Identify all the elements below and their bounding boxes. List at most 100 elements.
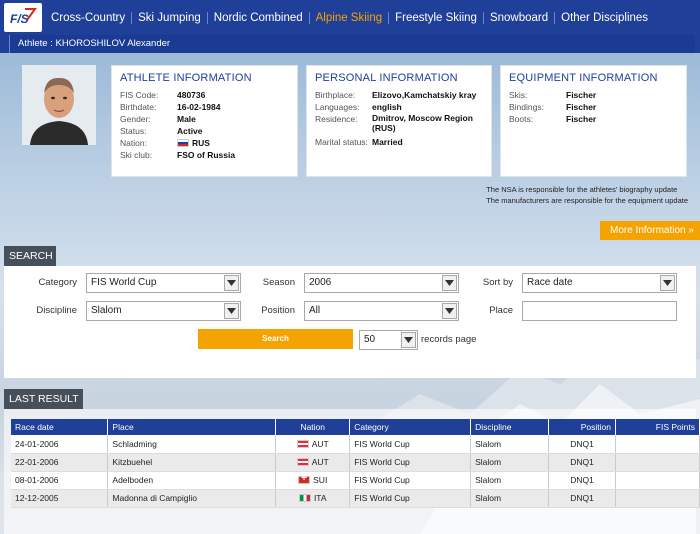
- athlete-tab: Athlete : KHOROSHILOV Alexander: [9, 35, 695, 53]
- column-header[interactable]: Nation: [275, 419, 351, 435]
- column-header[interactable]: FIS Points: [615, 419, 700, 435]
- equipment-information-title: EQUIPMENT INFORMATION: [509, 72, 658, 84]
- gender-value: Male: [177, 114, 196, 124]
- column-header[interactable]: Place: [107, 419, 277, 435]
- more-information-button[interactable]: More Information »: [600, 221, 700, 240]
- cell-place: Kitzbuehel: [107, 453, 277, 472]
- column-header[interactable]: Discipline: [470, 419, 550, 435]
- cell-nation: ITA: [275, 489, 351, 508]
- column-header[interactable]: Position: [548, 419, 616, 435]
- cell-points: [615, 453, 700, 472]
- cell-points: [615, 489, 700, 508]
- sport-nav: Cross-Country Ski Jumping Nordic Combined A…: [45, 0, 654, 35]
- position-value: All: [309, 305, 321, 316]
- russia-flag-icon: [177, 139, 189, 147]
- position-label: Position: [261, 305, 295, 316]
- place-input[interactable]: [522, 301, 677, 321]
- season-label: Season: [262, 277, 295, 288]
- discipline-select[interactable]: Slalom: [86, 301, 241, 321]
- cell-category: FIS World Cup: [349, 453, 472, 472]
- status-label: Status:: [120, 126, 147, 136]
- skis-label: Skis:: [509, 90, 528, 100]
- nav-item-nordic-combined[interactable]: Nordic Combined: [208, 12, 309, 24]
- search-panel: Category FIS World Cup Season 2006 Sort …: [4, 266, 696, 378]
- birthdate-value: 16-02-1984: [177, 102, 221, 112]
- sort-by-select[interactable]: Race date: [522, 273, 677, 293]
- fis-logo[interactable]: F/S: [4, 3, 42, 32]
- birthdate-label: Birthdate:: [120, 102, 157, 112]
- nav-item-other-disciplines[interactable]: Other Disciplines: [555, 12, 654, 24]
- category-value: FIS World Cup: [91, 277, 157, 288]
- search-button[interactable]: Search: [198, 329, 353, 349]
- place-label: Place: [489, 305, 513, 316]
- cell-position: DNQ1: [548, 453, 616, 472]
- nation-code: SUI: [313, 475, 328, 485]
- cell-nation: SUI: [275, 471, 351, 490]
- nav-item-freestyle-skiing[interactable]: Freestyle Skiing: [389, 12, 483, 24]
- nation-code: AUT: [311, 438, 329, 449]
- cell-category: FIS World Cup: [349, 435, 472, 454]
- athlete-information-box: ATHLETE INFORMATION FIS Code: 480736 Birt…: [111, 65, 298, 177]
- cell-position: DNQ1: [548, 471, 616, 490]
- nation-label: Nation:: [120, 138, 147, 148]
- column-header[interactable]: Category: [349, 419, 472, 435]
- marital-status-value: Married: [372, 137, 403, 147]
- table-row[interactable]: 24-01-2006 Schladming AUT FIS World Cup Slal…: [11, 435, 700, 454]
- residence-value: Dmitrov, Moscow Region (RUS): [372, 113, 473, 133]
- cell-date: 24-01-2006: [11, 435, 109, 454]
- gender-label: Gender:: [120, 114, 151, 124]
- bindings-value: Fischer: [566, 102, 597, 112]
- search-section-label: SEARCH: [4, 246, 56, 266]
- ski-club-label: Ski club:: [120, 150, 153, 160]
- cell-category: FIS World Cup: [349, 489, 472, 508]
- season-select[interactable]: 2006: [304, 273, 459, 293]
- fis-code-label: FIS Code:: [120, 90, 159, 100]
- personal-information-box: PERSONAL INFORMATION Birthplace: Elizovo,…: [306, 65, 492, 177]
- records-per-page-select[interactable]: 50: [359, 330, 418, 350]
- cell-discipline: Slalom: [470, 471, 550, 490]
- category-label: Category: [38, 277, 77, 288]
- athlete-panel: ATHLETE INFORMATION FIS Code: 480736 Birt…: [9, 53, 695, 233]
- nav-item-snowboard[interactable]: Snowboard: [484, 12, 554, 24]
- nsa-note: The NSA is responsible for the athletes'…: [486, 185, 678, 194]
- column-header[interactable]: Race date: [11, 419, 109, 435]
- records-per-page-value: 50: [364, 334, 376, 345]
- season-value: 2006: [309, 277, 332, 288]
- chevron-down-icon: [401, 332, 416, 348]
- flag-icon: [296, 458, 309, 466]
- cell-date: 12-12-2005: [11, 489, 109, 508]
- update-notes: The NSA is responsible for the athletes'…: [486, 184, 688, 206]
- nav-item-cross-country[interactable]: Cross-Country: [45, 12, 131, 24]
- cell-points: [615, 435, 700, 454]
- table-row[interactable]: 12-12-2005 Madonna di Campiglio ITA FIS Wor…: [11, 489, 700, 508]
- boots-value: Fischer: [566, 114, 597, 124]
- personal-information-title: PERSONAL INFORMATION: [315, 72, 458, 84]
- manufacturers-note: The manufacturers are responsible for th…: [486, 196, 688, 205]
- position-select[interactable]: All: [304, 301, 459, 321]
- sort-by-value: Race date: [527, 277, 573, 288]
- languages-value: english: [372, 102, 402, 112]
- cell-position: DNQ1: [548, 489, 616, 508]
- sort-by-label: Sort by: [482, 277, 513, 288]
- bindings-label: Bindings:: [509, 102, 544, 112]
- athlete-photo: [22, 65, 96, 145]
- cell-discipline: Slalom: [470, 435, 550, 454]
- last-result-section-label: LAST RESULT: [4, 389, 83, 409]
- category-select[interactable]: FIS World Cup: [86, 273, 241, 293]
- nation-value: RUS: [192, 138, 210, 148]
- svg-text:F/S: F/S: [10, 12, 29, 26]
- table-row[interactable]: 22-01-2006 Kitzbuehel AUT FIS World Cup Slal…: [11, 453, 700, 472]
- cell-nation: AUT: [275, 435, 351, 454]
- cell-discipline: Slalom: [470, 489, 550, 508]
- nav-item-alpine-skiing[interactable]: Alpine Skiing: [310, 12, 388, 24]
- nav-item-ski-jumping[interactable]: Ski Jumping: [132, 12, 207, 24]
- cell-place: Schladming: [107, 435, 277, 454]
- table-row[interactable]: 08-01-2006Adelboden SUI FIS World CupSlalo…: [11, 471, 700, 490]
- fis-code-value: 480736: [177, 90, 206, 100]
- equipment-information-box: EQUIPMENT INFORMATION Skis: Fischer Bindi…: [500, 65, 687, 177]
- chevron-down-icon: [660, 275, 675, 291]
- top-navigation: F/S Cross-Country Ski Jumping Nordic Combi…: [0, 0, 700, 35]
- flag-icon: [298, 473, 311, 484]
- cell-date: 22-01-2006: [11, 453, 109, 472]
- ski-club-value: FSO of Russia: [177, 150, 236, 160]
